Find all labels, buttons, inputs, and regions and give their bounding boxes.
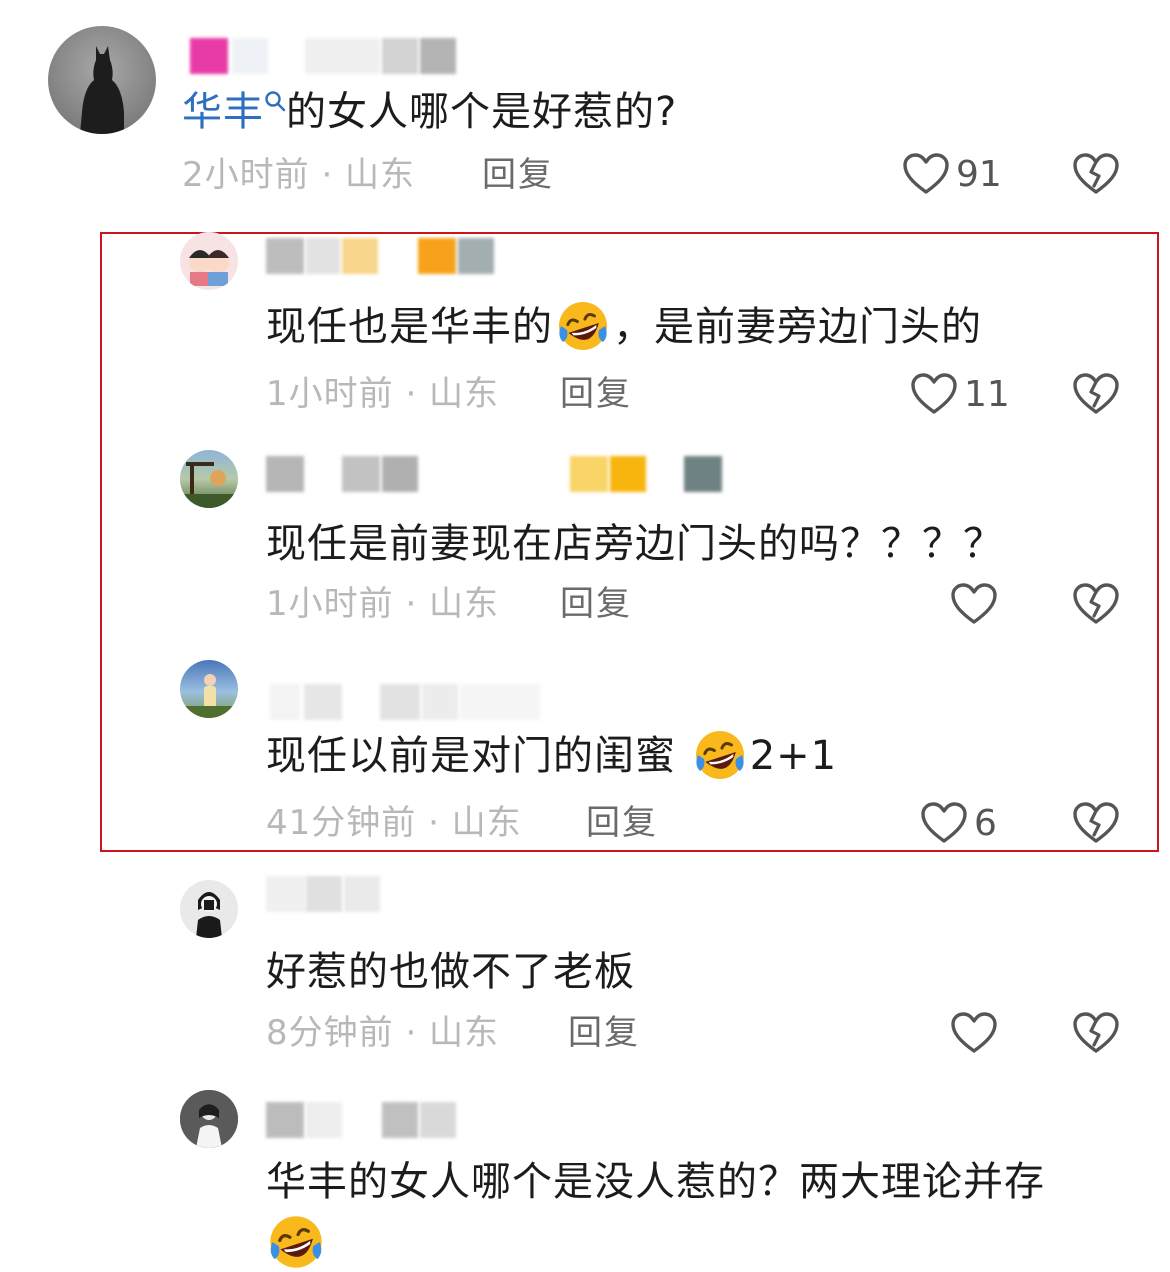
heart-outline-icon <box>951 1012 997 1053</box>
like-button[interactable]: 91 <box>902 150 1002 198</box>
like-count: 6 <box>974 802 997 844</box>
like-button[interactable] <box>950 1009 1004 1057</box>
broken-heart-icon[interactable] <box>1072 801 1120 845</box>
broken-heart-icon[interactable] <box>1072 372 1120 416</box>
reply-button[interactable]: 回复 <box>560 374 632 414</box>
comment-text-body: 的女人哪个是好惹的? <box>286 89 678 135</box>
broken-heart-icon[interactable] <box>1072 152 1120 196</box>
avatar-image <box>189 250 229 286</box>
avatar-image <box>180 462 238 508</box>
comment-meta: 8分钟前 · 山东 <box>266 1013 500 1053</box>
like-count: 91 <box>956 153 1002 195</box>
comment-text: 现任是前妻现在店旁边门头的吗？？？？ <box>266 521 1004 567</box>
reply-button[interactable]: 回复 <box>560 584 632 624</box>
laughing-crying-emoji-icon <box>559 302 607 350</box>
reply-button[interactable]: 回复 <box>482 155 554 195</box>
like-button[interactable] <box>950 580 1004 628</box>
comment-text: 现任以前是对门的闺蜜 2+1 <box>266 731 838 783</box>
laughing-crying-emoji-icon <box>270 1216 322 1268</box>
avatar-image <box>80 46 124 134</box>
avatar[interactable] <box>180 880 238 938</box>
comment-meta: 2小时前 · 山东 <box>182 155 416 195</box>
search-icon[interactable] <box>264 90 286 112</box>
avatar-image <box>196 892 222 938</box>
avatar[interactable] <box>180 450 238 508</box>
comment-text-body: 现任以前是对门的闺蜜 <box>266 733 676 779</box>
comment-text-tail: ，是前妻旁边门头的 <box>613 304 982 350</box>
broken-heart-icon[interactable] <box>1072 1011 1120 1055</box>
comment-meta: 1小时前 · 山东 <box>266 584 500 624</box>
avatar[interactable] <box>48 26 156 134</box>
avatar[interactable] <box>180 660 238 718</box>
like-button[interactable]: 6 <box>920 799 997 847</box>
comment-text-body: 现任也是华丰的 <box>266 304 553 350</box>
avatar-image <box>180 1090 238 1148</box>
comment-text-tail: 2+1 <box>749 733 838 779</box>
laughing-crying-emoji-icon <box>695 731 744 779</box>
topic-link[interactable]: 华丰 <box>182 89 264 135</box>
avatar-image <box>180 674 238 718</box>
reply-button[interactable]: 回复 <box>586 803 658 843</box>
heart-outline-icon <box>911 373 957 414</box>
like-count: 11 <box>964 373 1010 415</box>
comment-meta: 1小时前 · 山东 <box>266 374 500 414</box>
broken-heart-icon[interactable] <box>1072 582 1120 626</box>
comment-text: 华丰 的女人哪个是好惹的? <box>182 88 677 136</box>
comment-text: 好惹的也做不了老板 <box>266 949 635 995</box>
heart-outline-icon <box>903 153 949 194</box>
comment-text: 华丰的女人哪个是没人惹的？两大理论并存 <box>266 1159 1045 1205</box>
comment-meta: 41分钟前 · 山东 <box>266 803 522 843</box>
reply-button[interactable]: 回复 <box>568 1013 640 1053</box>
heart-outline-icon <box>921 802 967 843</box>
like-button[interactable]: 11 <box>910 370 1010 418</box>
heart-outline-icon <box>951 583 997 624</box>
avatar[interactable] <box>180 1090 238 1148</box>
avatar[interactable] <box>180 232 238 290</box>
comment-text: 现任也是华丰的 ，是前妻旁边门头的 <box>266 302 982 354</box>
